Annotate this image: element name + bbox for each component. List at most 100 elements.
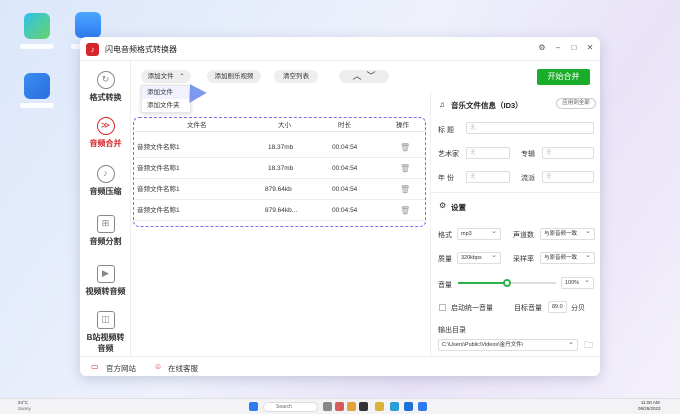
weather-desc: Sunny: [18, 406, 31, 411]
clock-date: 09/26/2023: [638, 406, 661, 411]
website-icon: ▭: [91, 362, 99, 371]
weather-temp: 24°C: [18, 400, 29, 405]
music-info-icon: ♫: [439, 100, 445, 109]
add-file-label: 添加文件: [147, 73, 174, 80]
quality-label: 质量: [438, 256, 452, 263]
artist-label: 艺术家: [438, 151, 459, 158]
support-icon: ☺: [154, 362, 163, 371]
sidebar-item-label: 音频压缩: [89, 187, 122, 196]
title-label: 标 题: [438, 127, 454, 134]
menu-item-add-folder[interactable]: 添加文件夹: [142, 99, 190, 112]
video-icon: ▶: [96, 265, 115, 283]
merge-icon: ≫: [96, 117, 115, 135]
target-volume-input[interactable]: 89.0: [548, 301, 567, 313]
samplerate-select[interactable]: 与原音频一致: [540, 251, 595, 264]
info-panel: ♫ 音乐文件信息（ID3） 应用到全部 标 题 无 艺术家 无 专辑 无 年 份…: [430, 92, 600, 356]
format-select[interactable]: mp3: [457, 227, 501, 240]
support-link[interactable]: 在线客服: [168, 363, 198, 374]
title-bar: ♪ 闪电音频格式转换器 ⚙ – □ ✕: [80, 37, 600, 61]
start-merge-button[interactable]: 开始合并: [537, 69, 590, 85]
volume-select[interactable]: 100%: [561, 276, 594, 289]
settings-title: 设置: [451, 203, 466, 212]
sidebar-item-label: 音频合并: [89, 139, 122, 148]
sidebar-item-video-to-audio[interactable]: ▶ 视频转音频: [80, 265, 131, 297]
split-icon: ⊞: [96, 215, 115, 233]
sidebar-item-label: B站视频转音频: [86, 333, 125, 353]
id3-title: 音乐文件信息（ID3）: [451, 101, 523, 110]
output-dir-label: 输出目录: [438, 327, 466, 334]
volume-slider-fill: [458, 282, 507, 284]
compress-icon: ♪: [96, 165, 115, 183]
sidebar-item-audio-split[interactable]: ⊞ 音频分割: [80, 215, 131, 247]
taskbar-app-icon[interactable]: [375, 402, 384, 411]
gear-icon: ⚙: [439, 201, 447, 210]
taskbar-search[interactable]: Search: [263, 402, 318, 412]
output-dir-select[interactable]: C:\Users\Public\Videos\金丹文件\: [438, 338, 578, 351]
channel-label: 声道数: [513, 232, 534, 239]
genre-field[interactable]: 无: [542, 171, 594, 183]
quality-select[interactable]: 320kbps: [457, 251, 501, 264]
taskbar-app-icon[interactable]: [359, 402, 368, 411]
year-field[interactable]: 无: [466, 171, 510, 183]
album-label: 专辑: [521, 151, 535, 158]
sidebar-item-audio-compress[interactable]: ♪ 音频压缩: [80, 165, 131, 197]
bilibili-icon: ◫: [96, 311, 115, 329]
refresh-icon: ↻: [96, 71, 115, 89]
windows-start-icon[interactable]: [249, 402, 258, 411]
app-window: ♪ 闪电音频格式转换器 ⚙ – □ ✕ ↻ 格式转换 ≫ 音频合并 ♪ 音频压缩…: [80, 37, 600, 376]
artist-field[interactable]: 无: [466, 147, 510, 159]
folder-icon[interactable]: 🗀: [584, 338, 593, 354]
desktop-zip-icon[interactable]: [75, 12, 101, 38]
close-icon[interactable]: ✕: [584, 42, 596, 54]
move-up-button[interactable]: ︿ ﹀: [339, 70, 389, 83]
minimize-icon[interactable]: –: [552, 42, 564, 54]
desktop-icon-label: [20, 103, 54, 108]
chevron-down-icon: ﹀: [366, 71, 376, 81]
add-file-button[interactable]: 添加文件 ⌃: [141, 70, 191, 83]
target-volume-label: 目标音量: [514, 305, 542, 312]
taskbar-app-icon[interactable]: [347, 402, 356, 411]
taskbar: 24°C Sunny Search 11:00 AM 09/26/2023: [0, 398, 680, 414]
taskbar-app-icon[interactable]: [418, 402, 427, 411]
taskbar-app-icon[interactable]: [390, 402, 399, 411]
desktop-icon-label: [20, 44, 54, 49]
clear-list-button[interactable]: 清空列表: [274, 70, 318, 83]
volume-slider-handle[interactable]: [503, 279, 511, 287]
sidebar-item-format-convert[interactable]: ↻ 格式转换: [80, 71, 131, 103]
year-label: 年 份: [438, 175, 454, 182]
sidebar-item-bilibili-to-audio[interactable]: ◫ B站视频转音频: [80, 311, 131, 354]
sidebar-item-label: 格式转换: [89, 93, 122, 102]
desktop-app-icon-1[interactable]: [24, 13, 50, 39]
sidebar: ↻ 格式转换 ≫ 音频合并 ♪ 音频压缩 ⊞ 音频分割 ▶ 视频转音频 ◫ B站…: [80, 61, 131, 356]
target-volume-unit: 分贝: [571, 305, 585, 312]
format-label: 格式: [438, 232, 452, 239]
maximize-icon[interactable]: □: [568, 42, 580, 54]
sidebar-item-label: 视频转音频: [85, 287, 126, 296]
taskbar-app-icon[interactable]: [323, 402, 332, 411]
desktop-windows-icon[interactable]: [24, 73, 50, 99]
website-link[interactable]: 官方网站: [106, 363, 136, 374]
album-field[interactable]: 无: [542, 147, 594, 159]
lightning-music-icon: ♪: [86, 43, 99, 56]
samplerate-label: 采样率: [513, 256, 534, 263]
channel-select[interactable]: 与原音频一致: [540, 227, 595, 240]
normalize-label: 启动统一音量: [451, 305, 493, 312]
volume-slider-track[interactable]: [458, 279, 556, 287]
taskbar-app-icon[interactable]: [335, 402, 344, 411]
apply-all-button[interactable]: 应用到全部: [556, 98, 596, 109]
drop-zone-highlight: [133, 117, 426, 227]
app-title: 闪电音频格式转换器: [105, 45, 177, 54]
volume-label: 音量: [438, 282, 452, 289]
sidebar-item-audio-merge[interactable]: ≫ 音频合并: [80, 117, 131, 149]
title-field[interactable]: 无: [466, 122, 594, 134]
clock-time: 11:00 AM: [641, 400, 660, 405]
genre-label: 流派: [521, 175, 535, 182]
normalize-checkbox[interactable]: [439, 304, 446, 311]
search-label: Search: [276, 404, 292, 410]
chevron-up-icon: ⌃: [179, 74, 185, 80]
chevron-up-icon: ︿: [352, 71, 362, 81]
settings-icon[interactable]: ⚙: [536, 42, 548, 54]
sidebar-item-label: 音频分割: [89, 237, 122, 246]
add-video-button[interactable]: 添加剧乐视频: [207, 70, 261, 83]
taskbar-app-icon[interactable]: [404, 402, 413, 411]
